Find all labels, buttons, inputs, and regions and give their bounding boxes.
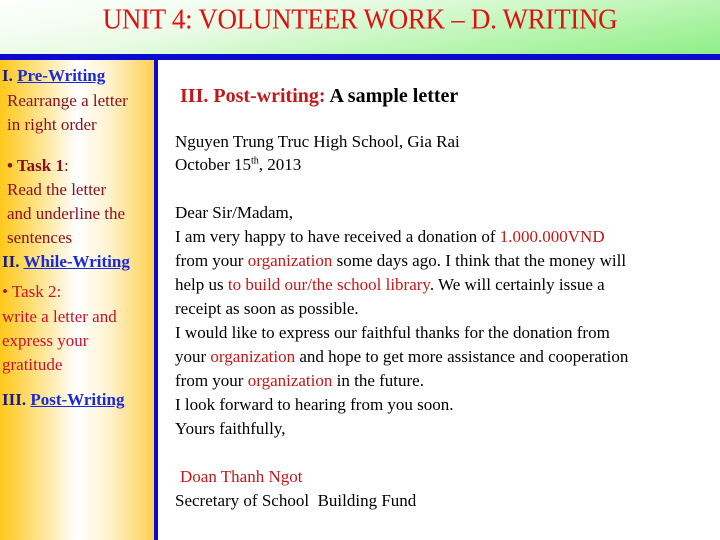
date-prefix: October 15 bbox=[175, 155, 252, 174]
letter-line: I would like to express our faithful tha… bbox=[175, 323, 610, 342]
highlight-organization: organization bbox=[210, 347, 296, 366]
pre-writing-description-line1: Rearrange a letter bbox=[7, 91, 128, 110]
section-heading: III. Post-writing: A sample letter bbox=[180, 85, 458, 108]
sidebar-item-pre-writing: I. Pre-Writing bbox=[2, 64, 105, 88]
letter-line: from your organization some days ago. I … bbox=[175, 251, 626, 271]
letter-date: October 15th, 2013 bbox=[175, 155, 301, 175]
text: . We will certainly issue a bbox=[429, 275, 605, 294]
task2-line3: gratitude bbox=[2, 355, 63, 374]
letter-line: I am very happy to have received a donat… bbox=[175, 227, 605, 247]
letter-closing: Yours faithfully, bbox=[175, 419, 286, 438]
vertical-divider bbox=[154, 60, 158, 540]
sidebar-task2: • Task 2: bbox=[2, 280, 61, 304]
section-number: II. bbox=[2, 252, 20, 271]
date-sup: th bbox=[251, 155, 259, 167]
letter-line: your organization and hope to get more a… bbox=[175, 347, 628, 367]
highlight-organization: organization bbox=[247, 251, 333, 270]
letter-salutation: Dear Sir/Madam, bbox=[175, 203, 294, 222]
task1-line1: Read the letter bbox=[7, 180, 107, 199]
task2-line1: write a letter and bbox=[2, 307, 117, 326]
letter-address: Nguyen Trung Truc High School, Gia Rai bbox=[175, 132, 460, 151]
task2-label: Task 2: bbox=[11, 282, 62, 301]
post-writing-link[interactable]: Post-Writing bbox=[30, 390, 124, 409]
signer-name: Doan Thanh Ngot bbox=[180, 467, 303, 486]
text: and hope to get more assistance and coop… bbox=[295, 347, 629, 366]
highlight-amount: 1.000.000VND bbox=[499, 227, 605, 246]
date-suffix: , 2013 bbox=[258, 155, 302, 174]
task2-line2: express your bbox=[2, 331, 89, 350]
sidebar-task1: • Task 1: bbox=[7, 154, 69, 178]
pre-writing-description-line2: in right order bbox=[7, 115, 97, 134]
bullet-icon: • bbox=[2, 282, 8, 301]
bullet-icon: • bbox=[7, 156, 13, 175]
letter-line: from your organization in the future. bbox=[175, 371, 424, 391]
slide-header: UNIT 4: VOLUNTEER WORK – D. WRITING bbox=[0, 0, 720, 54]
section-label: III. Post-writing: bbox=[180, 85, 326, 107]
text: from your bbox=[175, 371, 248, 390]
section-subtitle: A sample letter bbox=[329, 85, 459, 107]
signer-title: Secretary of School Building Fund bbox=[175, 491, 417, 510]
text: help us bbox=[175, 275, 228, 294]
text: from your bbox=[175, 251, 248, 270]
task1-label: Task 1 bbox=[16, 156, 65, 175]
task1-colon: : bbox=[64, 156, 69, 175]
text: your bbox=[175, 347, 211, 366]
task1-line3: sentences bbox=[7, 228, 73, 247]
highlight-purpose: to build our/the school library bbox=[227, 275, 430, 294]
letter-line: help us to build our/the school library.… bbox=[175, 275, 605, 295]
sidebar-item-while-writing: II. While-Writing bbox=[2, 250, 130, 274]
text: some days ago. I think that the money wi… bbox=[332, 251, 627, 270]
text: in the future. bbox=[332, 371, 424, 390]
while-writing-link[interactable]: While-Writing bbox=[23, 252, 129, 271]
pre-writing-link[interactable]: Pre-Writing bbox=[17, 66, 105, 85]
letter-line: I look forward to hearing from you soon. bbox=[175, 395, 454, 414]
sidebar-item-post-writing: III. Post-Writing bbox=[2, 388, 124, 412]
text: I am very happy to have received a donat… bbox=[175, 227, 500, 246]
highlight-organization: organization bbox=[247, 371, 333, 390]
letter-line: receipt as soon as possible. bbox=[175, 299, 359, 318]
section-number: III. bbox=[2, 390, 27, 409]
slide-title: UNIT 4: VOLUNTEER WORK – D. WRITING bbox=[102, 3, 618, 35]
section-number: I. bbox=[2, 66, 13, 85]
task1-line2: and underline the bbox=[7, 204, 126, 223]
